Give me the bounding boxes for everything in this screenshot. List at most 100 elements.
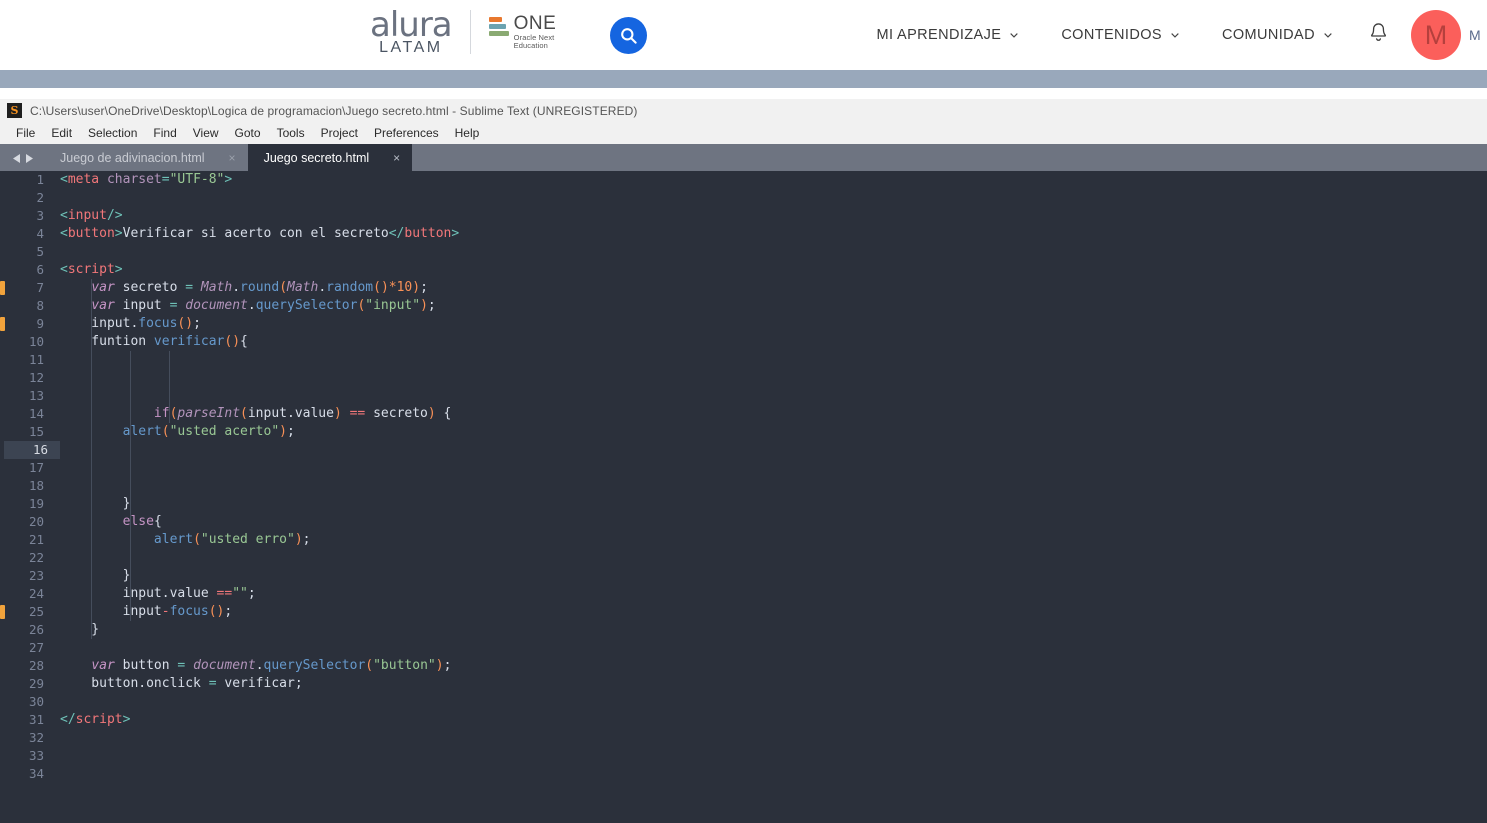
menu-item-tools[interactable]: Tools [269,124,313,142]
code-line[interactable]: } [60,495,1487,513]
code-line[interactable] [60,549,1487,567]
code-token: < [60,172,68,187]
code-line[interactable] [60,639,1487,657]
code-line[interactable] [60,387,1487,405]
indent-guide [169,351,170,423]
code-line[interactable]: funtion verificar(){ [60,333,1487,351]
fold-marker-column [0,171,8,823]
menu-item-find[interactable]: Find [145,124,184,142]
code-token: { [240,334,248,349]
tab-scroll-arrows[interactable] [8,153,44,171]
code-line[interactable]: input.value ==""; [60,585,1487,603]
menu-item-file[interactable]: File [8,124,43,142]
code-line[interactable]: input.focus(); [60,315,1487,333]
menu-item-selection[interactable]: Selection [80,124,145,142]
code-token: > [224,172,233,187]
nav-item-mi-aprendizaje[interactable]: MI APRENDIZAJE [855,27,1040,43]
line-number: 23 [28,568,44,583]
alura-latam-label: LATAM [379,39,443,56]
code-token: parseInt [177,406,241,421]
notifications-button[interactable] [1368,21,1389,49]
code-line[interactable]: var secreto = Math.round(Math.random()*1… [60,279,1487,297]
code-token: Math [200,280,233,295]
code-line[interactable] [60,369,1487,387]
tab-label: Juego secreto.html [263,150,370,165]
code-line[interactable]: <button>Verificar si acerto con el secre… [60,225,1487,243]
tab-juego-de-adivinacion[interactable]: Juego de adivinacion.html × [44,144,248,171]
menu-item-project[interactable]: Project [313,124,366,142]
tab-juego-secreto[interactable]: Juego secreto.html × [247,144,413,171]
close-icon[interactable]: × [393,151,400,165]
code-line[interactable] [60,351,1487,369]
code-token: input.value [60,586,217,601]
code-token: Math [287,280,319,295]
code-token: () [208,604,225,619]
fold-marker[interactable] [0,281,5,295]
line-number: 10 [28,334,44,349]
close-icon[interactable]: × [229,151,236,165]
code-line[interactable]: <meta charset="UTF-8"> [60,171,1487,189]
code-editor[interactable]: 1 2 3 4 5 6 7 8 9 10 11 12 13 14 15 16 17 18 19 20 21 22 23 24 2… [0,171,1487,823]
code-line[interactable]: var input = document.querySelector("inpu… [60,297,1487,315]
code-line[interactable]: <input/> [60,207,1487,225]
code-line[interactable]: else{ [60,513,1487,531]
code-line[interactable]: } [60,567,1487,585]
code-token: querySelector [263,658,366,673]
code-line[interactable] [60,765,1487,783]
code-line[interactable]: if(parseInt(input.value) == secreto) { [60,405,1487,423]
code-line[interactable] [60,693,1487,711]
line-number: 8 [36,298,44,313]
code-line[interactable]: alert("usted acerto"); [60,423,1487,441]
nav-item-contenidos[interactable]: CONTENIDOS [1040,27,1201,43]
line-number: 17 [28,460,44,475]
oracle-next-education-logo[interactable]: ONE Oracle Next Education [488,14,557,50]
one-bars-icon [488,14,509,37]
code-token: . [247,298,256,313]
user-avatar[interactable]: M [1411,10,1461,60]
fold-marker[interactable] [0,317,5,331]
code-token: "" [232,586,248,601]
code-token: var [91,298,115,313]
nav-item-comunidad[interactable]: COMUNIDAD [1201,27,1354,43]
fold-marker[interactable] [0,605,5,619]
code-line[interactable] [60,243,1487,261]
chevron-down-icon [1171,33,1179,38]
code-token: ) [420,298,428,313]
code-line[interactable]: alert("usted erro"); [60,531,1487,549]
line-number: 25 [28,604,44,619]
code-token: alert [122,424,162,439]
code-line[interactable] [60,729,1487,747]
code-token: "UTF-8" [169,172,225,187]
code-token: ) [412,280,421,295]
menu-item-edit[interactable]: Edit [43,124,80,142]
code-token: () [177,316,194,331]
code-line[interactable] [60,441,1487,459]
menu-item-help[interactable]: Help [447,124,488,142]
code-token: document [185,298,248,313]
code-token: = [161,172,170,187]
search-button[interactable] [610,17,647,54]
code-line[interactable]: </script> [60,711,1487,729]
code-token: verificar [153,334,225,349]
alura-wordmark: alura [370,5,453,45]
code-line[interactable] [60,189,1487,207]
code-token: { [153,514,162,529]
code-line[interactable]: <script> [60,261,1487,279]
code-line[interactable]: button.onclick = verificar; [60,675,1487,693]
tab-label: Juego de adivinacion.html [60,150,205,165]
alura-logo[interactable]: alura LATAM [370,5,453,56]
code-line[interactable] [60,747,1487,765]
code-token: focus [169,604,209,619]
code-line[interactable] [60,459,1487,477]
code-line[interactable]: } [60,621,1487,639]
code-content[interactable]: <meta charset="UTF-8"> <input/> <button>V… [52,171,1487,823]
code-line[interactable]: input-focus(); [60,603,1487,621]
menu-item-goto[interactable]: Goto [227,124,269,142]
menu-item-preferences[interactable]: Preferences [366,124,447,142]
menu-item-view[interactable]: View [185,124,227,142]
code-line[interactable]: var button = document.querySelector("but… [60,657,1487,675]
code-token: if [153,406,170,421]
code-line[interactable] [60,477,1487,495]
